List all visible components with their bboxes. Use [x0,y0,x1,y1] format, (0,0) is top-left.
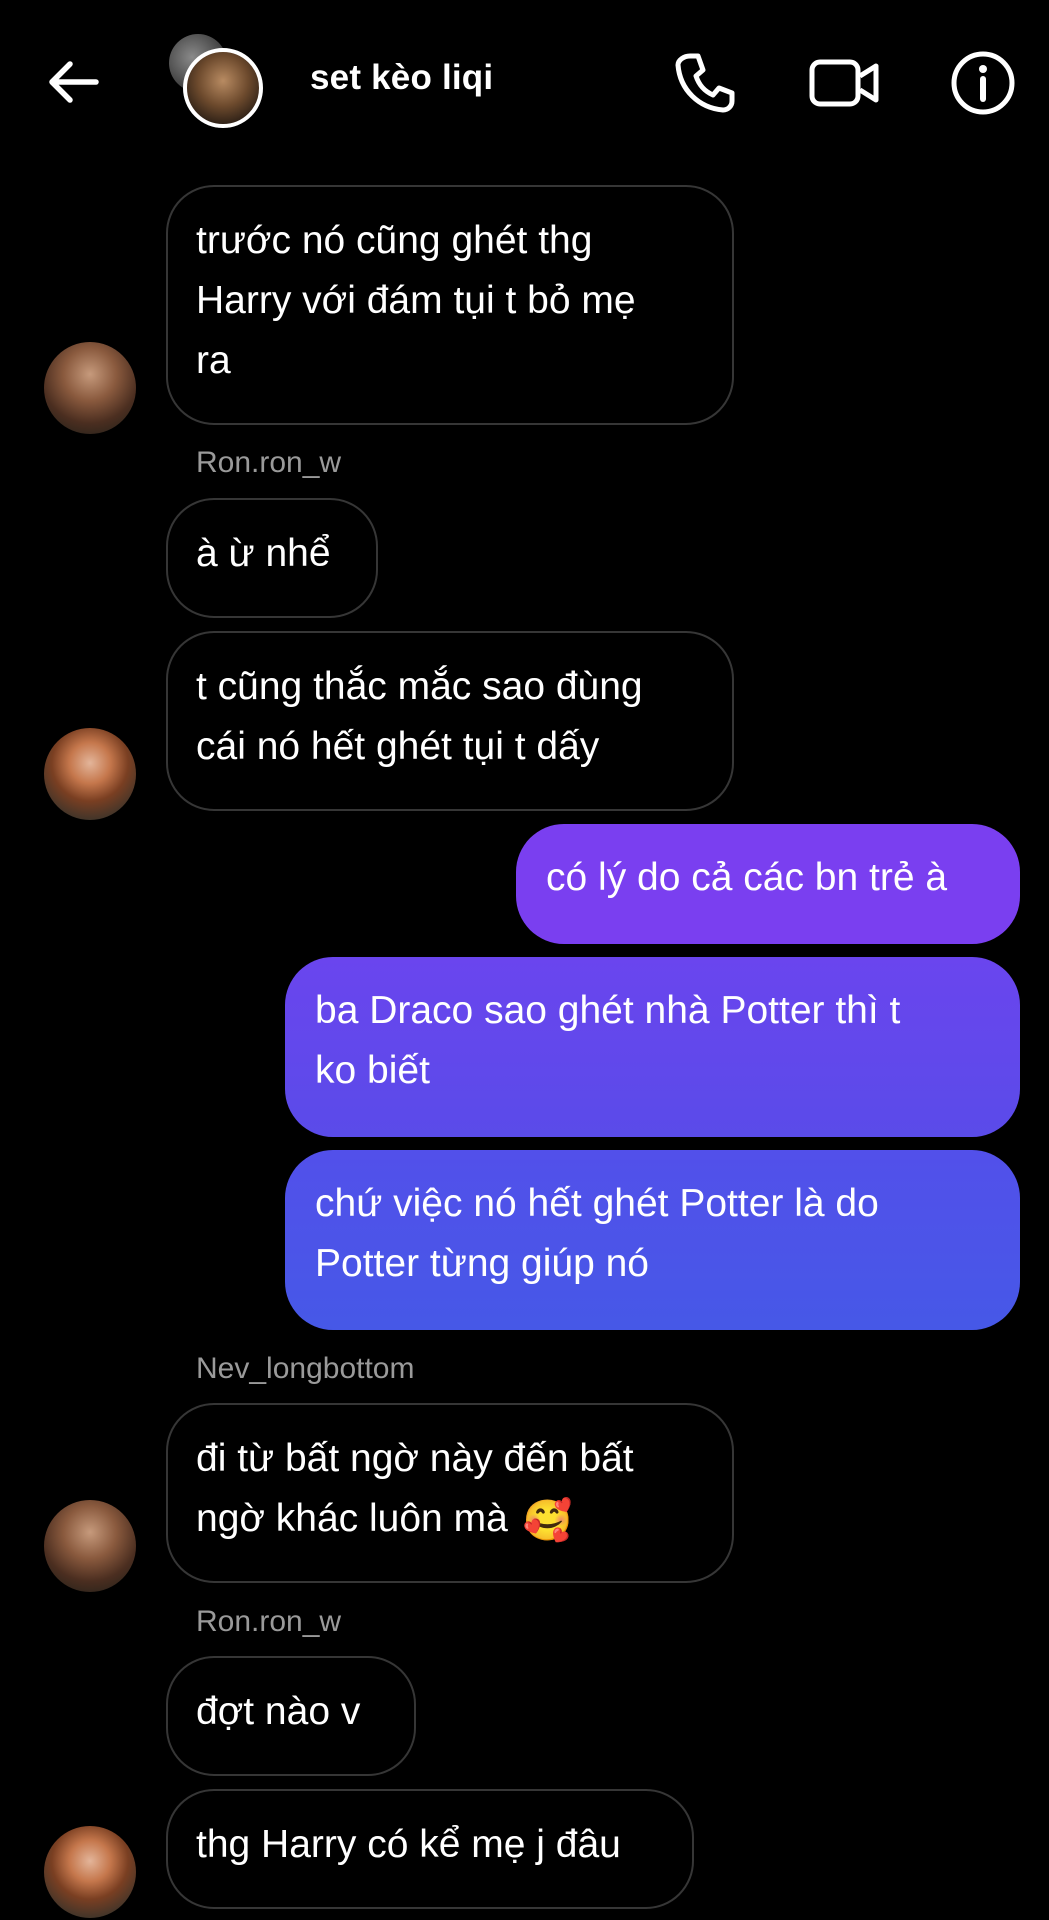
group-avatar[interactable] [165,30,280,135]
message-text: ngờ khác luôn mà [196,1497,508,1540]
message-bubble-outgoing[interactable]: chứ việc nó hết ghét Potter là do Potter… [285,1150,1020,1330]
message-line: chứ việc nó hết ghét Potter là do [315,1182,879,1225]
message-line: trước nó cũng ghét thg [196,219,593,262]
message-bubble-incoming[interactable]: đi từ bất ngờ này đến bất ngờ khác luôn … [166,1403,734,1583]
message-line: cái nó hết ghét tụi t dấy [196,725,600,768]
message-bubble-incoming[interactable]: đợt nào v [166,1656,416,1776]
info-icon [951,51,1015,115]
sender-avatar[interactable] [44,1826,136,1918]
back-button[interactable] [44,52,104,112]
phone-icon [675,53,735,113]
message-bubble-outgoing[interactable]: có lý do cả các bn trẻ à [516,824,1020,944]
group-member-photo [183,48,263,128]
sender-avatar[interactable] [44,1500,136,1592]
back-arrow-icon [49,61,99,103]
message-line: à ừ nhể [196,532,331,575]
message-bubble-incoming[interactable]: t cũng thắc mắc sao đùng cái nó hết ghét… [166,631,734,811]
smiling-face-with-hearts-emoji: 🥰 [522,1497,573,1544]
sender-name: Ron.ron_w [196,1605,342,1638]
chat-header: set kèo liqi [0,0,1049,165]
message-line: đợt nào v [196,1690,361,1733]
message-bubble-incoming[interactable]: à ừ nhể [166,498,378,618]
message-line: đi từ bất ngờ này đến bất [196,1437,634,1480]
message-line: Potter từng giúp nó [315,1242,649,1285]
voice-call-button[interactable] [670,48,740,118]
chat-info-button[interactable] [948,48,1018,118]
message-bubble-outgoing[interactable]: ba Draco sao ghét nhà Potter thì t ko bi… [285,957,1020,1137]
message-line: ba Draco sao ghét nhà Potter thì t [315,989,901,1032]
message-line: Harry với đám tụi t bỏ mẹ [196,279,636,322]
sender-avatar[interactable] [44,342,136,434]
message-line: thg Harry có kể mẹ j đâu [196,1823,621,1866]
sender-name: Ron.ron_w [196,446,342,479]
message-bubble-incoming[interactable]: thg Harry có kể mẹ j đâu [166,1789,694,1909]
chat-screen: set kèo liqi trước nó cũng ghét thg Harr… [0,0,1049,1920]
message-line: ko biết [315,1049,430,1092]
sender-avatar[interactable] [44,728,136,820]
sender-name: Nev_longbottom [196,1352,415,1385]
message-line: ngờ khác luôn mà 🥰 [196,1489,704,1551]
message-line: có lý do cả các bn trẻ à [546,856,948,899]
message-line: t cũng thắc mắc sao đùng [196,665,643,708]
video-call-button[interactable] [808,48,879,118]
message-bubble-incoming[interactable]: trước nó cũng ghét thg Harry với đám tụi… [166,185,734,425]
chat-title[interactable]: set kèo liqi [310,58,493,98]
message-line: ra [196,339,231,382]
video-camera-icon [809,59,879,107]
